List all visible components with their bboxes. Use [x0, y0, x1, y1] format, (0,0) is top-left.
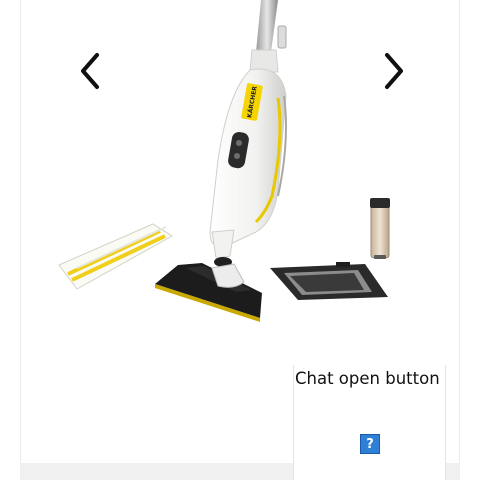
- chevron-left-icon: [81, 53, 99, 89]
- chat-open-label: Chat open button: [295, 369, 440, 388]
- next-image-button[interactable]: [372, 49, 416, 93]
- question-mark-icon: ?: [360, 434, 380, 454]
- chevron-right-icon: [385, 53, 403, 89]
- product-gallery: KÄRCHER: [20, 0, 460, 360]
- chat-open-button[interactable]: Chat open button ?: [293, 365, 446, 480]
- previous-image-button[interactable]: [68, 49, 112, 93]
